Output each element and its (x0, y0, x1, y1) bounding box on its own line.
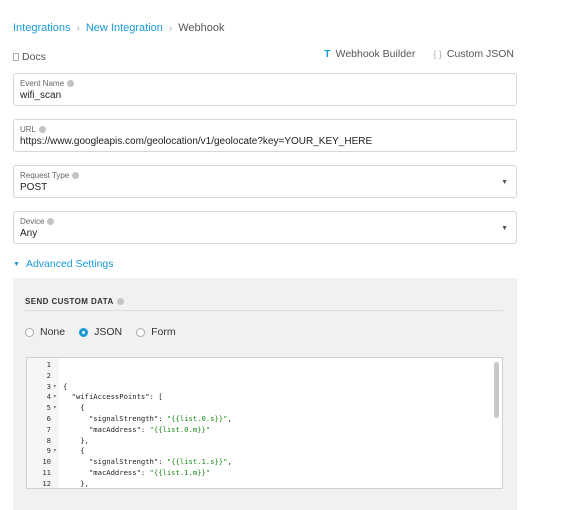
advanced-settings-toggle[interactable]: ▼ Advanced Settings (13, 258, 114, 270)
triangle-down-icon: ▼ (13, 260, 20, 268)
fold-arrow-icon[interactable]: ▾ (53, 382, 57, 393)
line-number: 1 (46, 360, 51, 369)
event-name-value[interactable]: wifi_scan (20, 90, 510, 101)
radio-label: None (40, 326, 66, 338)
code-line: 1 (27, 360, 502, 371)
line-number: 9 (46, 446, 51, 456)
custom-data-title-text: SEND CUSTOM DATA (25, 297, 114, 306)
code-text: "wifiAccessPoints": [ (63, 392, 163, 402)
line-number: 10 (42, 457, 51, 467)
line-number: 5 (46, 403, 51, 413)
fold-arrow-icon[interactable]: ▾ (53, 446, 57, 457)
code-line: 8 }, (27, 436, 502, 447)
code-line: 9 ▾ { (27, 446, 502, 457)
radio-none[interactable]: None (25, 326, 65, 338)
line-number: 3 (46, 381, 51, 391)
url-value[interactable]: https://www.googleapis.com/geolocation/v… (20, 136, 510, 147)
code-line: 12 }, (27, 478, 502, 488)
docs-label: Docs (22, 51, 46, 63)
url-field[interactable]: URL https://www.googleapis.com/geolocati… (13, 119, 517, 152)
divider (25, 310, 503, 311)
info-icon (39, 125, 47, 133)
tab-webhook-builder[interactable]: T Webhook Builder (324, 48, 415, 60)
device-value: Any (20, 228, 38, 239)
code-text: }, (63, 478, 89, 488)
request-type-label: Request Type (20, 169, 510, 181)
line-number: 6 (46, 414, 51, 423)
tab-custom-json[interactable]: { } Custom JSON (433, 48, 514, 60)
chevron-right-icon: › (76, 22, 80, 34)
breadcrumb: Integrations › New Integration › Webhook (13, 22, 225, 34)
breadcrumb-integrations[interactable]: Integrations (13, 22, 70, 34)
code-line: 4 ▾ "wifiAccessPoints": [ (27, 392, 502, 403)
code-text: { (63, 381, 68, 391)
event-name-label: Event Name (20, 77, 510, 89)
breadcrumb-current: Webhook (178, 22, 225, 34)
text-icon: T (324, 48, 331, 60)
radio-label: Form (151, 326, 176, 338)
info-icon (72, 171, 80, 179)
line-number: 2 (46, 370, 51, 380)
event-name-field[interactable]: Event Name wifi_scan (13, 73, 517, 106)
custom-data-options: None JSON Form (25, 326, 190, 338)
request-type-value: POST (20, 182, 48, 193)
event-name-label-text: Event Name (20, 78, 65, 88)
code-line: 6 "signalStrength": "{{list.0.s}}", (27, 414, 502, 425)
code-text: "signalStrength": "{{list.0.s}}", (63, 414, 232, 423)
info-icon (47, 217, 55, 225)
code-line: 3 ▾ { (27, 382, 502, 393)
code-line: 7 "macAddress": "{{list.0.m}}" (27, 425, 502, 436)
json-code-editor[interactable]: 1 2 3 ▾{4 ▾ "wifiAccessPoints": [5 ▾ {6 "sign… (26, 357, 503, 489)
radio-checked-icon (79, 327, 89, 337)
code-line: 5 ▾ { (27, 403, 502, 414)
code-line: 2 (27, 371, 502, 382)
radio-form[interactable]: Form (136, 326, 176, 338)
braces-icon: { } (433, 49, 442, 59)
radio-json[interactable]: JSON (79, 326, 122, 338)
code-text: { (63, 403, 85, 413)
tab-label: Webhook Builder (335, 48, 416, 60)
device-select[interactable]: Device Any ▼ (13, 211, 517, 244)
code-text: { (63, 446, 85, 456)
url-label: URL (20, 123, 510, 135)
request-type-select[interactable]: Request Type POST ▼ (13, 165, 517, 198)
line-number: 8 (46, 435, 51, 445)
code-text: "signalStrength": "{{list.1.s}}", (63, 457, 232, 467)
editor-scrollbar[interactable] (494, 362, 499, 418)
radio-circle-icon (25, 327, 34, 337)
url-label-text: URL (20, 124, 37, 134)
line-number: 7 (46, 424, 51, 434)
chevron-right-icon: › (168, 22, 173, 34)
line-number: 4 (46, 392, 51, 402)
custom-data-title: SEND CUSTOM DATA (25, 297, 124, 306)
code-line: 11 "macAddress": "{{list.1.m}}" (27, 468, 502, 479)
radio-label: JSON (94, 326, 123, 338)
info-icon (67, 79, 75, 87)
device-label-text: Device (20, 216, 45, 226)
fold-arrow-icon[interactable]: ▾ (53, 392, 57, 403)
docs-link[interactable]: Docs (13, 51, 46, 63)
line-number: 12 (42, 478, 51, 488)
request-type-label-text: Request Type (20, 170, 70, 180)
radio-circle-icon (136, 327, 146, 337)
code-text: "macAddress": "{{list.0.m}}" (63, 424, 211, 434)
mode-tabs: T Webhook Builder { } Custom JSON (306, 48, 514, 60)
device-label: Device (20, 215, 510, 227)
chevron-down-icon: ▼ (501, 179, 508, 186)
code-text: }, (63, 435, 89, 445)
chevron-down-icon: ▼ (501, 225, 508, 232)
tab-label: Custom JSON (446, 48, 514, 60)
line-number: 11 (42, 468, 51, 477)
custom-data-panel: SEND CUSTOM DATA None JSON Form 1 2 3 ▾{4 ▾ … (13, 278, 517, 510)
breadcrumb-new-integration[interactable]: New Integration (86, 22, 163, 34)
code-line: 10 "signalStrength": "{{list.1.s}}", (27, 457, 502, 468)
document-icon (13, 53, 19, 61)
code-text: "macAddress": "{{list.1.m}}" (63, 468, 211, 477)
info-icon (116, 298, 124, 305)
fold-arrow-icon[interactable]: ▾ (53, 403, 57, 414)
advanced-settings-label: Advanced Settings (25, 258, 114, 270)
